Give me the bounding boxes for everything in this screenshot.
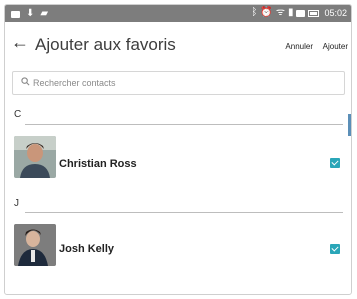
- contact-checkbox[interactable]: [330, 158, 340, 168]
- battery-icon: [308, 9, 320, 17]
- alarm-icon: ⏰: [260, 7, 273, 18]
- back-arrow-icon[interactable]: ←: [11, 32, 29, 52]
- contact-name: Christian Ross: [59, 158, 137, 170]
- sim-icon: [296, 9, 306, 17]
- wifi-icon: ᯤ: [275, 7, 285, 18]
- status-time: 05:02: [324, 8, 347, 18]
- status-right-icons: ᛒ ⏰ ᯤ ▮ 05:02: [251, 7, 347, 19]
- phone-screen: ⬇ ▰ ᛒ ⏰ ᯤ ▮ 05:02 ← Ajouter aux favoris …: [4, 4, 352, 295]
- bluetooth-icon: ᛒ: [251, 7, 258, 18]
- download-icon: ⬇: [26, 8, 35, 19]
- status-bar: ⬇ ▰ ᛒ ⏰ ᯤ ▮ 05:02: [5, 5, 351, 22]
- contact-checkbox[interactable]: [330, 244, 340, 254]
- contact-name: Josh Kelly: [59, 243, 115, 255]
- image-icon: ▰: [40, 8, 49, 19]
- add-button[interactable]: Ajouter: [323, 42, 348, 51]
- avatar: [14, 224, 56, 266]
- avatar: [14, 136, 56, 178]
- signal-icon: ▮: [287, 7, 294, 18]
- page-title: Ajouter aux favoris: [35, 35, 176, 54]
- search-input[interactable]: [33, 72, 333, 94]
- status-left-icons: ⬇ ▰: [11, 8, 48, 20]
- contact-row[interactable]: Christian Ross: [5, 133, 351, 181]
- section-divider: [25, 212, 343, 213]
- notification-icon: [11, 10, 20, 18]
- section-divider: [25, 124, 343, 125]
- app-bar: ← Ajouter aux favoris Annuler Ajouter: [5, 22, 351, 64]
- contact-row[interactable]: Josh Kelly: [5, 221, 351, 269]
- cancel-button[interactable]: Annuler: [285, 42, 313, 51]
- section-header-j: J: [14, 198, 19, 209]
- search-icon: [21, 77, 30, 89]
- search-box[interactable]: [12, 71, 345, 95]
- section-header-c: C: [14, 109, 22, 120]
